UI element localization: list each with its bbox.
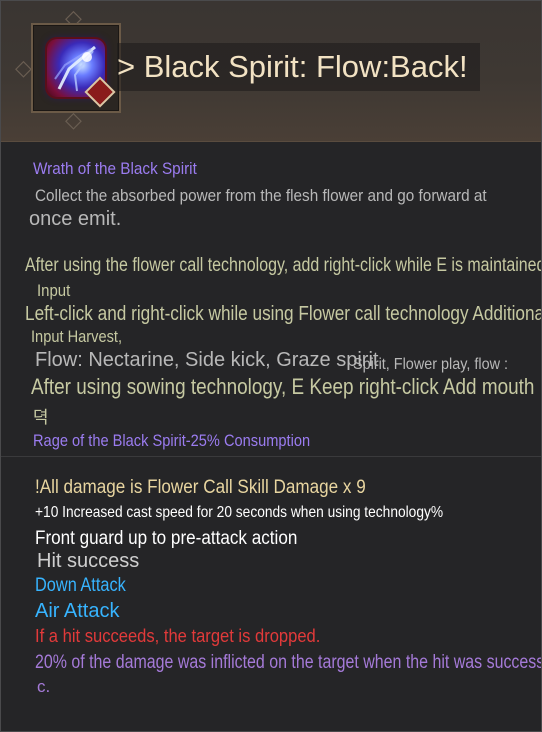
description-line-2: once emit. bbox=[29, 208, 122, 230]
section-divider bbox=[1, 456, 541, 457]
skill-tooltip: ◇ ◇ ◇ > Black Spirit: Flow:Back! Wrath o… bbox=[0, 0, 542, 732]
ornament-left-icon: ◇ bbox=[15, 55, 32, 80]
air-attack-line: Air Attack bbox=[35, 600, 120, 622]
command-line-2: Left-click and right-click while using F… bbox=[25, 303, 542, 325]
skill-icon-frame bbox=[31, 23, 121, 113]
percent-damage-line-b: c. bbox=[37, 677, 51, 696]
damage-text: All damage is Flower Call Skill Damage x… bbox=[39, 477, 366, 498]
command-line-3a: Flow: Nectarine, Side kick, Graze spirit bbox=[35, 349, 379, 371]
command-line-1: After using the flower call technology, … bbox=[25, 255, 542, 276]
command-line-4b: 뎍 bbox=[33, 408, 49, 427]
command-line-1b: Input bbox=[37, 281, 71, 300]
cast-speed-line: +10 Increased cast speed for 20 seconds … bbox=[35, 504, 444, 521]
rage-consumption: Rage of the Black Spirit-25% Consumption bbox=[33, 431, 311, 450]
percent-damage-line: 20% of the damage was inflicted on the t… bbox=[35, 652, 542, 673]
tooltip-header: ◇ ◇ ◇ > Black Spirit: Flow:Back! bbox=[1, 1, 541, 142]
knockdown-line: If a hit succeeds, the target is dropped… bbox=[35, 626, 321, 646]
command-line-3b: Spirit, Flower play, flow : bbox=[353, 356, 508, 373]
skill-title: > Black Spirit: Flow:Back! bbox=[117, 43, 480, 91]
damage-line: !All damage is Flower Call Skill Damage … bbox=[35, 477, 366, 499]
hit-success-line: Hit success bbox=[37, 550, 140, 572]
description-heading: Wrath of the Black Spirit bbox=[33, 159, 197, 178]
front-guard-line: Front guard up to pre-attack action bbox=[35, 528, 298, 549]
command-line-4: After using sowing technology, E Keep ri… bbox=[31, 374, 535, 399]
command-line-2b: Input Harvest, bbox=[31, 327, 123, 346]
down-attack-line: Down Attack bbox=[35, 575, 126, 596]
description-line-1: Collect the absorbed power from the fles… bbox=[35, 186, 487, 205]
skill-icon bbox=[47, 39, 116, 108]
